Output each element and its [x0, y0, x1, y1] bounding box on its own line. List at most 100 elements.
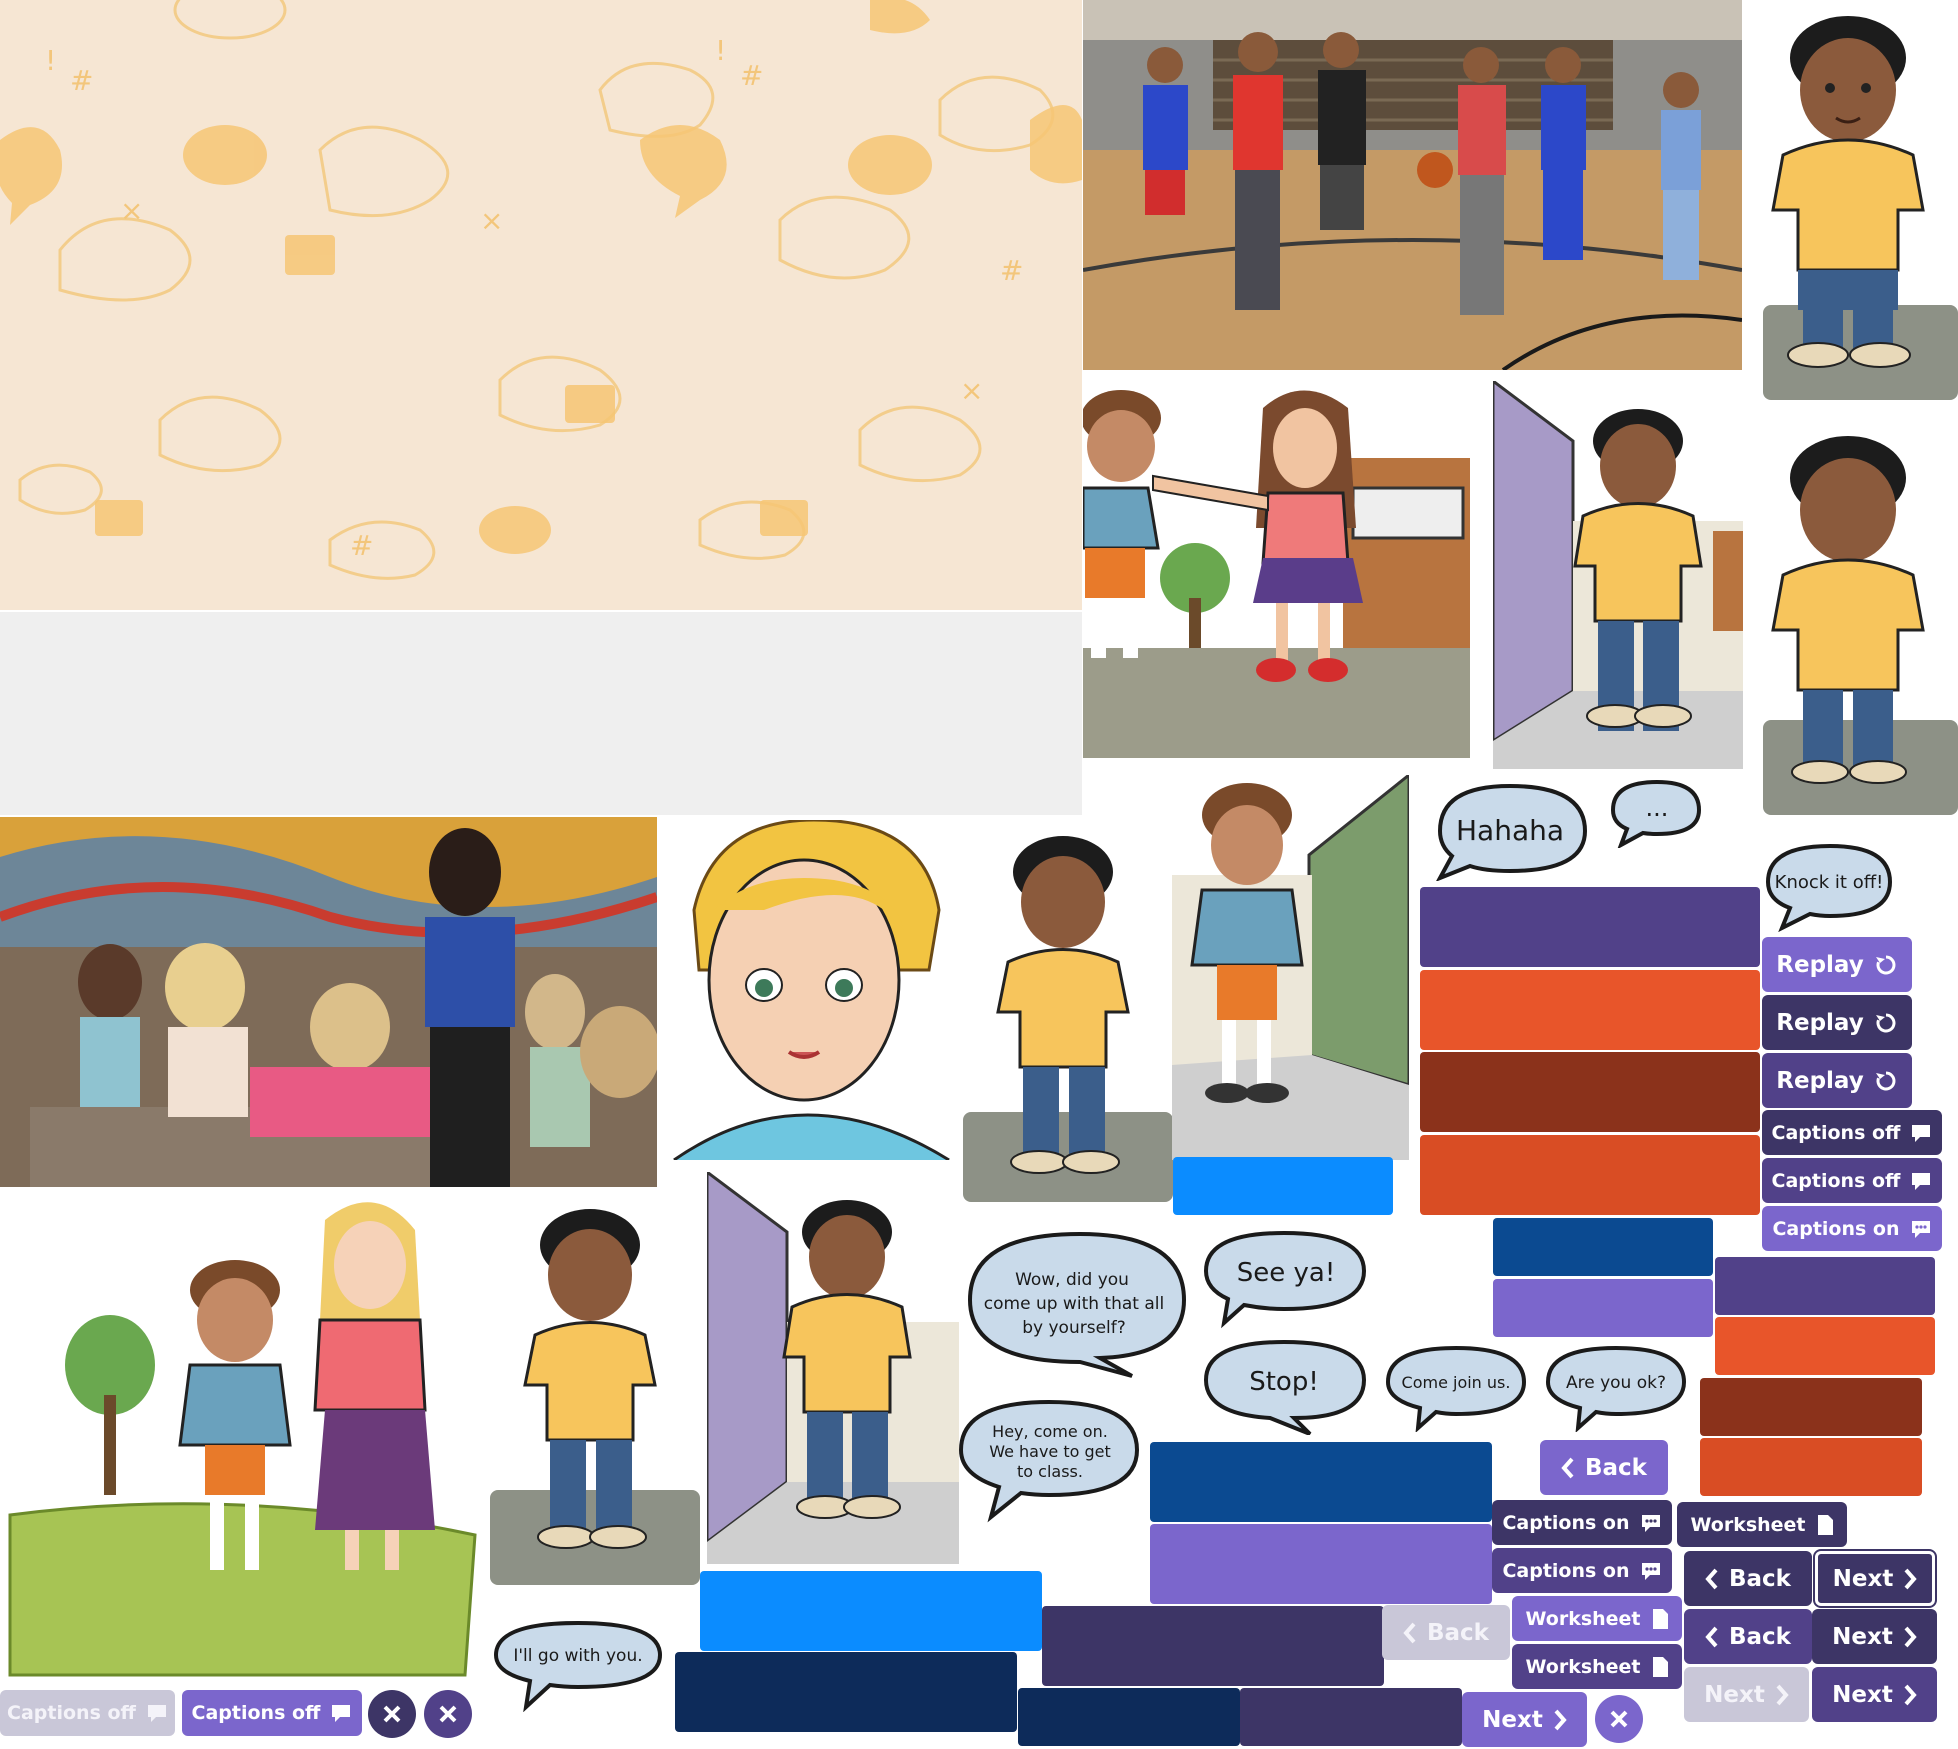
swatch-purple-dark-1 [1042, 1606, 1384, 1686]
replay-button-mid[interactable]: Replay [1762, 1053, 1912, 1108]
worksheet-label: Worksheet [1690, 1513, 1806, 1536]
bubble-wow-line3: by yourself? [1022, 1318, 1126, 1338]
cartoon-boy-and-teacher [0, 1195, 483, 1680]
captions-on-label: Captions on [1502, 1559, 1630, 1582]
svg-text:×: × [960, 374, 983, 407]
character-girl-pink [1152, 390, 1363, 682]
chevron-right-icon [1904, 1684, 1917, 1705]
swatch-navy-dark-1 [675, 1652, 1017, 1732]
captions-off-button-mid[interactable]: Captions off [1762, 1158, 1942, 1203]
back-button-disabled[interactable]: Back [1382, 1605, 1510, 1660]
swatch-orange-3 [1715, 1317, 1935, 1375]
swatch-orange [1420, 970, 1760, 1050]
swatch-navy-dark-2 [1018, 1688, 1240, 1746]
caption-bubble-icon [147, 1705, 166, 1722]
replay-icon [1875, 1071, 1896, 1090]
bubble-hey-line2: We have to get [989, 1442, 1111, 1461]
next-button-mid[interactable]: Next [1812, 1667, 1937, 1722]
bubble-come-join-us: Come join us. [1385, 1345, 1527, 1432]
captions-off-label: Captions off [1771, 1169, 1901, 1192]
caption-bubble-icon [332, 1705, 351, 1722]
swatch-orange-2 [1420, 1135, 1760, 1215]
next-button-dark[interactable]: Next [1812, 1609, 1937, 1664]
bubble-ill-go-with-you: I'll go with you. [493, 1620, 663, 1712]
close-icon [383, 1705, 401, 1723]
bubble-stop-text: Stop! [1249, 1367, 1319, 1397]
chevron-right-icon [1904, 1568, 1918, 1589]
svg-text:×: × [480, 204, 503, 237]
captions-off-button-light[interactable]: Captions off [182, 1690, 362, 1736]
svg-text:!: ! [45, 44, 56, 77]
bubble-ellipsis-text: ... [1646, 794, 1669, 822]
swatch-purple-mid-2 [1715, 1257, 1935, 1315]
bubble-ellipsis: ... [1610, 779, 1702, 848]
back-label: Back [1729, 1623, 1791, 1650]
worksheet-button-dark[interactable]: Worksheet [1677, 1502, 1847, 1547]
captions-off-button-disabled[interactable]: Captions off [0, 1690, 175, 1736]
swatch-navy-2 [1150, 1442, 1492, 1522]
captions-off-label: Captions off [7, 1702, 136, 1724]
next-button-light[interactable]: Next [1462, 1692, 1587, 1747]
svg-text:#: # [1000, 254, 1023, 287]
captions-on-label: Captions on [1502, 1511, 1630, 1534]
close-icon [1610, 1710, 1628, 1728]
captions-off-label: Captions off [191, 1702, 321, 1724]
worksheet-label: Worksheet [1525, 1607, 1641, 1630]
document-icon [1652, 1656, 1668, 1677]
back-label: Back [1729, 1565, 1791, 1592]
bubble-wow: Wow, did you come up with that all by yo… [967, 1231, 1187, 1378]
captions-on-label: Captions on [1772, 1217, 1900, 1240]
replay-icon [1875, 955, 1896, 974]
bubble-see-ya-text: See ya! [1237, 1258, 1336, 1288]
worksheet-button-mid[interactable]: Worksheet [1512, 1644, 1682, 1689]
back-button-light[interactable]: Back [1540, 1440, 1668, 1495]
captions-off-button-dark[interactable]: Captions off [1762, 1110, 1942, 1155]
replay-button-light[interactable]: Replay [1762, 937, 1912, 992]
next-button-dark-outlined[interactable]: Next [1815, 1551, 1935, 1606]
captions-off-label: Captions off [1771, 1121, 1901, 1144]
gym-photo-illustration [1083, 0, 1742, 370]
bubble-hahaha: Hahaha [1436, 783, 1588, 881]
chevron-left-icon [1705, 1568, 1718, 1589]
next-label: Next [1832, 1681, 1893, 1708]
bubble-stop: Stop! [1203, 1339, 1367, 1435]
cartoon-boy-lockers-purple-2 [707, 1172, 959, 1564]
swatch-blue-bright-1 [1173, 1157, 1393, 1215]
bubble-knock-it-off: Knock it off! [1765, 843, 1893, 932]
bubble-are-you-ok-text: Are you ok? [1566, 1373, 1666, 1393]
cartoon-girl-pointing-scene [1083, 378, 1470, 758]
cartoon-boy-yellow-shirt-1 [1748, 0, 1958, 410]
close-icon [439, 1705, 457, 1723]
caption-bubble-icon [1912, 1172, 1931, 1190]
close-button-mid[interactable] [424, 1690, 472, 1738]
swatch-purple-mid [1420, 887, 1760, 967]
back-button-dark[interactable]: Back [1684, 1551, 1812, 1606]
captions-on-button-dark[interactable]: Captions on [1492, 1500, 1672, 1545]
cartoon-boy-yellow-shirt-3 [963, 822, 1173, 1212]
replay-button-dark[interactable]: Replay [1762, 995, 1912, 1050]
next-button-disabled[interactable]: Next [1684, 1667, 1809, 1722]
swatch-rust-2 [1700, 1378, 1922, 1436]
bubble-hey-come-on: Hey, come on. We have to get to class. [958, 1399, 1140, 1523]
caption-dots-icon [1641, 1562, 1660, 1580]
character-boy-blue [1083, 390, 1161, 658]
speech-bubble-pattern-background: # # # # !! × × × [0, 0, 1082, 610]
cartoon-boy-lockers-green [1172, 775, 1409, 1160]
close-button-light[interactable] [1595, 1695, 1643, 1743]
next-label: Next [1704, 1681, 1765, 1708]
svg-text:#: # [350, 529, 373, 562]
cartoon-blond-boy-portrait [664, 820, 954, 1160]
captions-on-button-light[interactable]: Captions on [1762, 1206, 1942, 1251]
bubble-hahaha-text: Hahaha [1456, 814, 1564, 847]
swatch-purple-light-2 [1150, 1524, 1492, 1604]
swatch-orange-4 [1700, 1438, 1922, 1496]
close-button-dark[interactable] [368, 1690, 416, 1738]
worksheet-button-light[interactable]: Worksheet [1512, 1596, 1682, 1641]
swatch-blue-bright-2 [700, 1571, 1042, 1651]
next-label: Next [1832, 1565, 1894, 1592]
back-button-mid[interactable]: Back [1684, 1609, 1812, 1664]
captions-on-button-mid[interactable]: Captions on [1492, 1548, 1672, 1593]
chevron-right-icon [1776, 1684, 1789, 1705]
bubble-come-join-us-text: Come join us. [1402, 1373, 1511, 1392]
next-label: Next [1832, 1623, 1893, 1650]
